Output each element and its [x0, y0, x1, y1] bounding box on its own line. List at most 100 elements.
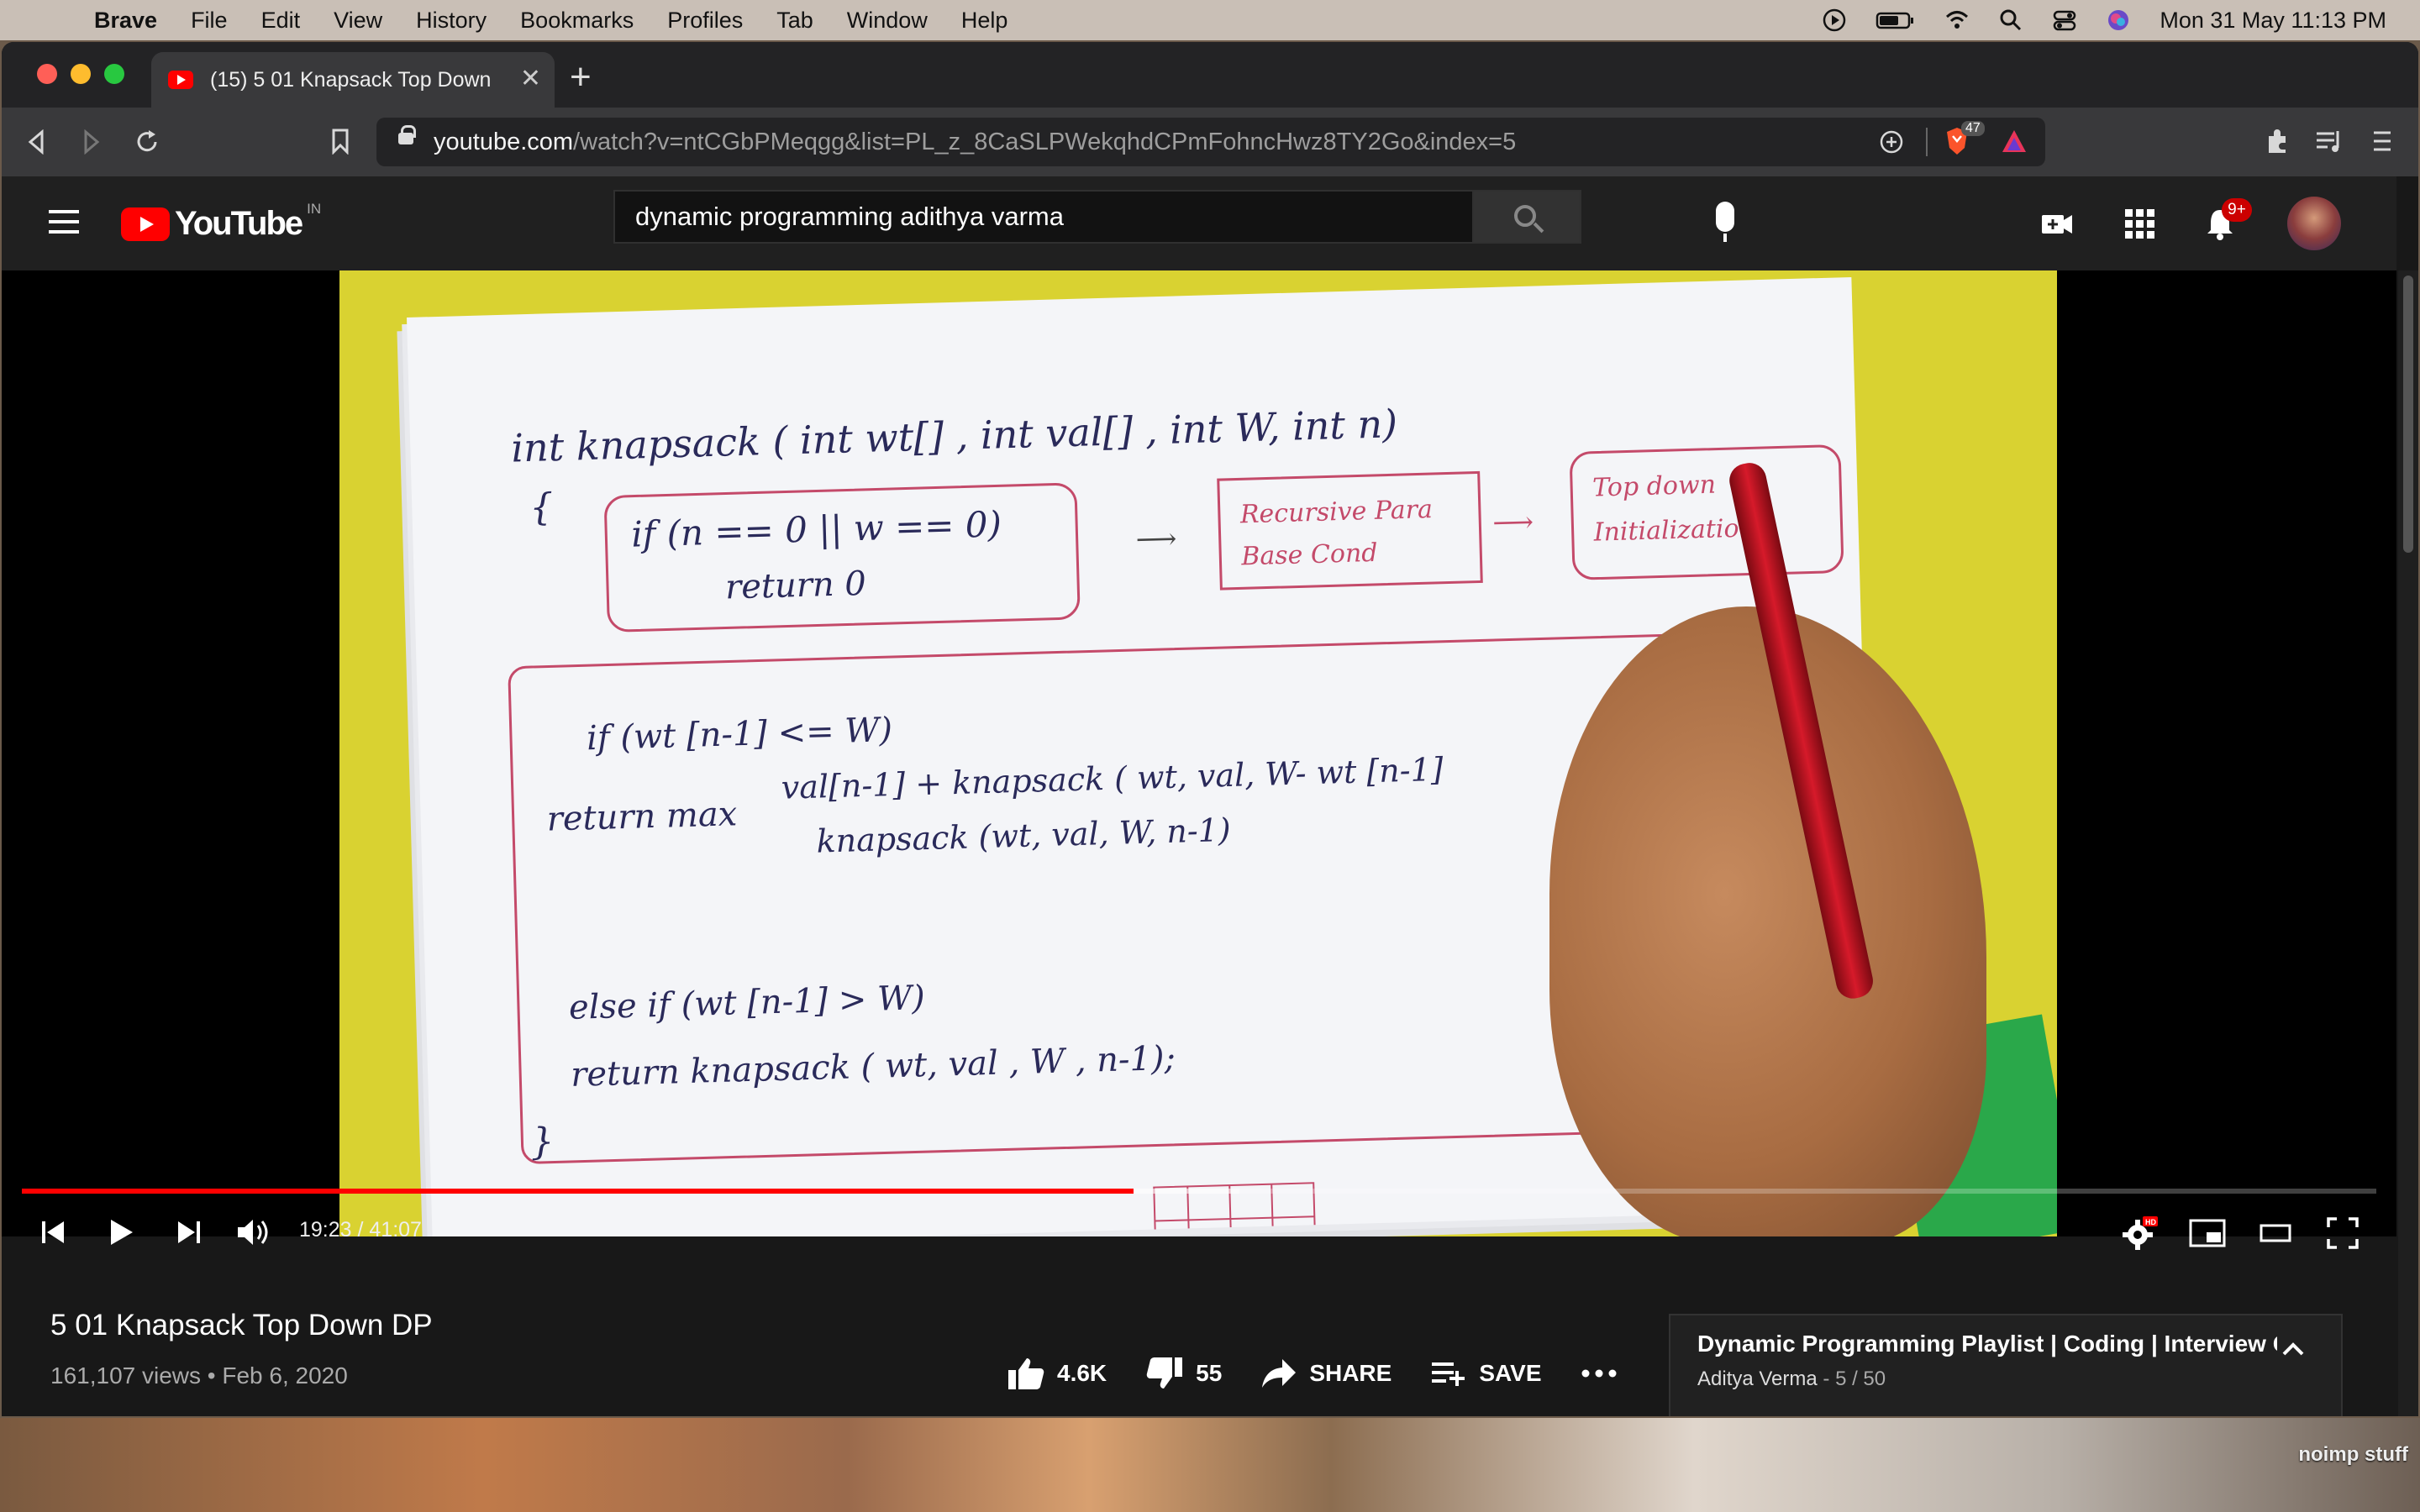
- svg-text:HD: HD: [2145, 1218, 2156, 1226]
- playlist-title[interactable]: Dynamic Programming Playlist | Coding | …: [1697, 1331, 2277, 1357]
- youtube-logo[interactable]: YouTube IN: [121, 201, 321, 243]
- search-input[interactable]: dynamic programming adithya varma: [613, 190, 1474, 244]
- search-button[interactable]: [1474, 190, 1581, 244]
- apps-grid-icon[interactable]: [2123, 207, 2156, 240]
- miniplayer-icon[interactable]: [2188, 1218, 2227, 1248]
- menu-history[interactable]: History: [416, 8, 487, 34]
- search-icon: [1514, 205, 1536, 227]
- save-label: SAVE: [1479, 1360, 1542, 1386]
- add-page-icon[interactable]: [1879, 129, 1904, 155]
- video-meta: 161,107 views • Feb 6, 2020: [50, 1362, 348, 1389]
- dislike-button[interactable]: 55: [1145, 1356, 1222, 1391]
- browser-toolbar: youtube.com/watch?v=ntCGbPMeqgg&list=PL_…: [2, 108, 2418, 176]
- menu-file[interactable]: File: [191, 8, 228, 34]
- wifi-icon[interactable]: [1944, 8, 1970, 33]
- volume-icon[interactable]: [235, 1216, 274, 1248]
- hw-return-max: return max: [546, 795, 738, 838]
- extensions-icon[interactable]: [2264, 128, 2291, 155]
- menu-app-name[interactable]: Brave: [94, 8, 157, 34]
- browser-menu-icon[interactable]: [2371, 128, 2393, 155]
- menu-bookmarks[interactable]: Bookmarks: [520, 8, 634, 34]
- video-actions: 4.6K 55 SHARE SAVE: [1007, 1348, 1618, 1399]
- bookmark-icon[interactable]: [331, 128, 350, 155]
- previous-icon[interactable]: [39, 1218, 67, 1247]
- theater-mode-icon[interactable]: [2259, 1221, 2292, 1245]
- url-path: /watch?v=ntCGbPMeqgg&list=PL_z_8CaSLPWek…: [573, 128, 1517, 155]
- playlist-position: - 5 / 50: [1817, 1368, 1886, 1390]
- minimize-window-icon[interactable]: [71, 64, 91, 84]
- hw-base-condition: if (n == 0 || w == 0): [631, 503, 1002, 554]
- collapse-chevron-up-icon[interactable]: [2281, 1341, 2306, 1357]
- like-count: 4.6K: [1057, 1360, 1107, 1386]
- playlist-add-icon: [1432, 1362, 1465, 1386]
- presenter-hand: [1549, 606, 1986, 1236]
- active-tab[interactable]: (15) 5 01 Knapsack Top Down D ✕: [151, 52, 555, 108]
- desktop-folder-label[interactable]: noimp stuff: [2298, 1443, 2408, 1467]
- back-icon[interactable]: [25, 129, 49, 155]
- youtube-play-logo-icon: [121, 207, 170, 241]
- video-title: 5 01 Knapsack Top Down DP: [50, 1309, 433, 1341]
- control-center-icon[interactable]: [2052, 8, 2077, 33]
- next-icon[interactable]: [175, 1218, 203, 1247]
- guide-menu-icon[interactable]: [49, 210, 79, 235]
- account-avatar[interactable]: [2287, 197, 2341, 250]
- share-button[interactable]: SHARE: [1260, 1357, 1392, 1389]
- more-horizontal-icon: [1581, 1369, 1616, 1378]
- zoom-window-icon[interactable]: [104, 64, 124, 84]
- search-bar: dynamic programming adithya varma: [613, 190, 1581, 244]
- hw-box1-line2: Base Cond: [1240, 538, 1378, 572]
- close-window-icon[interactable]: [37, 64, 57, 84]
- hw-include-branch: val[n-1] + knapsack ( wt, val, W- wt [n-…: [781, 751, 1444, 806]
- tab-strip: (15) 5 01 Knapsack Top Down D ✕ +: [2, 42, 2418, 108]
- spotlight-search-icon[interactable]: [1998, 8, 2023, 33]
- macos-menu-bar: Brave File Edit View History Bookmarks P…: [0, 0, 2420, 40]
- brave-rewards-icon[interactable]: [2000, 128, 2028, 155]
- video-frame: int knapsack ( int wt[] , int val[] , in…: [339, 270, 2057, 1236]
- menu-clock[interactable]: Mon 31 May 11:13 PM: [2160, 8, 2386, 34]
- save-button[interactable]: SAVE: [1430, 1359, 1542, 1388]
- menu-view[interactable]: View: [334, 8, 382, 34]
- page-scrollbar[interactable]: [2398, 270, 2418, 1416]
- lock-icon[interactable]: [398, 125, 416, 144]
- menu-help[interactable]: Help: [961, 8, 1008, 34]
- tab-title: (15) 5 01 Knapsack Top Down D: [210, 67, 496, 92]
- hw-box2-line2: Initialization: [1592, 513, 1755, 547]
- thumbs-up-icon: [1008, 1358, 1044, 1389]
- playlist-panel: Dynamic Programming Playlist | Coding | …: [1669, 1314, 2343, 1416]
- scrollbar-thumb[interactable]: [2403, 276, 2413, 553]
- siri-icon[interactable]: [2106, 8, 2131, 33]
- toolbar-divider: [1926, 128, 1928, 156]
- country-code: IN: [307, 200, 322, 217]
- forward-icon[interactable]: [79, 129, 103, 155]
- playlist-author[interactable]: Aditya Verma: [1697, 1368, 1818, 1390]
- media-queue-icon[interactable]: [2314, 128, 2343, 155]
- settings-gear-icon[interactable]: HD: [2123, 1216, 2158, 1250]
- like-button[interactable]: 4.6K: [1007, 1356, 1107, 1391]
- dislike-count: 55: [1196, 1360, 1223, 1386]
- desktop-wallpaper: [0, 1418, 2420, 1512]
- close-tab-icon[interactable]: ✕: [520, 64, 541, 93]
- shields-count-badge: 47: [1961, 121, 1985, 136]
- share-icon: [1262, 1359, 1297, 1388]
- new-tab-button[interactable]: +: [570, 57, 592, 97]
- voice-search-icon[interactable]: [1716, 202, 1734, 242]
- thumbs-down-icon: [1146, 1357, 1183, 1389]
- browser-window: (15) 5 01 Knapsack Top Down D ✕ + youtub…: [2, 42, 2418, 1416]
- play-icon[interactable]: [104, 1216, 136, 1248]
- fullscreen-icon[interactable]: [2326, 1216, 2360, 1250]
- more-actions-button[interactable]: [1581, 1368, 1618, 1378]
- video-player[interactable]: int knapsack ( int wt[] , int val[] , in…: [2, 270, 2396, 1250]
- create-video-icon[interactable]: [2040, 207, 2074, 240]
- menu-window[interactable]: Window: [847, 8, 928, 34]
- menu-edit[interactable]: Edit: [261, 8, 301, 34]
- reload-icon[interactable]: [133, 128, 161, 156]
- battery-icon[interactable]: [1876, 8, 1916, 33]
- menu-tab[interactable]: Tab: [776, 8, 813, 34]
- progress-bar[interactable]: [22, 1189, 2376, 1194]
- menu-profiles[interactable]: Profiles: [667, 8, 743, 34]
- progress-played: [22, 1189, 1134, 1194]
- share-label: SHARE: [1309, 1360, 1392, 1386]
- address-bar[interactable]: youtube.com/watch?v=ntCGbPMeqgg&list=PL_…: [376, 118, 2045, 166]
- time-display: 19:23 / 41:07: [299, 1218, 422, 1242]
- media-play-icon[interactable]: [1822, 8, 1847, 33]
